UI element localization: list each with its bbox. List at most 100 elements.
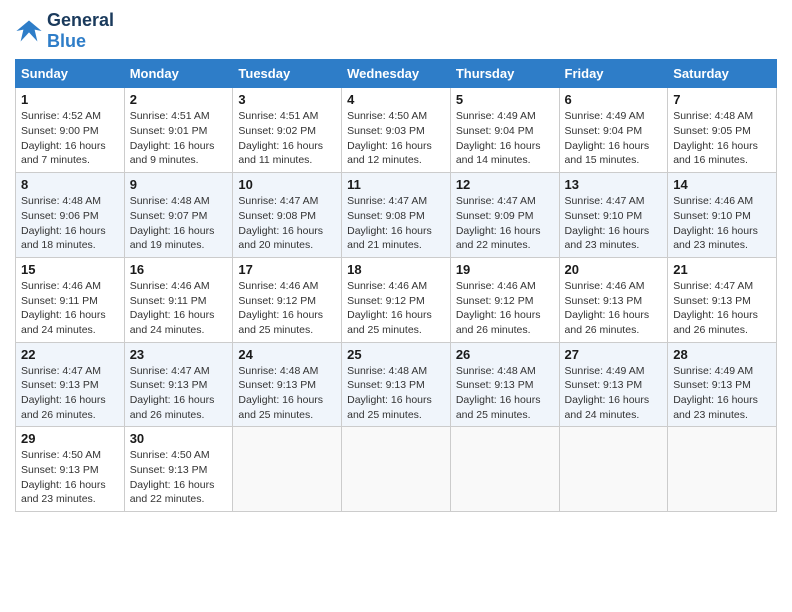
day-info: Sunrise: 4:48 AMSunset: 9:13 PMDaylight:… [347,365,432,421]
day-number: 8 [21,177,119,192]
day-number: 30 [130,431,228,446]
calendar-day-cell: 11 Sunrise: 4:47 AMSunset: 9:08 PMDaylig… [342,173,451,258]
weekday-header: Thursday [450,60,559,88]
calendar-week-row: 15 Sunrise: 4:46 AMSunset: 9:11 PMDaylig… [16,257,777,342]
day-number: 20 [565,262,663,277]
day-info: Sunrise: 4:46 AMSunset: 9:12 PMDaylight:… [347,280,432,336]
day-number: 11 [347,177,445,192]
calendar-week-row: 29 Sunrise: 4:50 AMSunset: 9:13 PMDaylig… [16,427,777,512]
day-info: Sunrise: 4:46 AMSunset: 9:10 PMDaylight:… [673,195,758,251]
calendar-day-cell: 1 Sunrise: 4:52 AMSunset: 9:00 PMDayligh… [16,88,125,173]
calendar-day-cell: 14 Sunrise: 4:46 AMSunset: 9:10 PMDaylig… [668,173,777,258]
day-info: Sunrise: 4:50 AMSunset: 9:13 PMDaylight:… [130,449,215,505]
calendar-day-cell: 20 Sunrise: 4:46 AMSunset: 9:13 PMDaylig… [559,257,668,342]
day-number: 25 [347,347,445,362]
day-number: 18 [347,262,445,277]
header: General Blue [15,10,777,51]
calendar-day-cell [342,427,451,512]
weekday-header: Wednesday [342,60,451,88]
weekday-header: Friday [559,60,668,88]
day-number: 21 [673,262,771,277]
day-number: 26 [456,347,554,362]
day-info: Sunrise: 4:49 AMSunset: 9:13 PMDaylight:… [673,365,758,421]
day-info: Sunrise: 4:47 AMSunset: 9:09 PMDaylight:… [456,195,541,251]
calendar-day-cell: 23 Sunrise: 4:47 AMSunset: 9:13 PMDaylig… [124,342,233,427]
logo: General Blue [15,10,114,51]
day-info: Sunrise: 4:51 AMSunset: 9:02 PMDaylight:… [238,110,323,166]
day-number: 15 [21,262,119,277]
day-number: 9 [130,177,228,192]
calendar-table: SundayMondayTuesdayWednesdayThursdayFrid… [15,59,777,512]
weekday-header: Monday [124,60,233,88]
day-number: 28 [673,347,771,362]
day-number: 1 [21,92,119,107]
day-info: Sunrise: 4:46 AMSunset: 9:12 PMDaylight:… [456,280,541,336]
calendar-day-cell: 29 Sunrise: 4:50 AMSunset: 9:13 PMDaylig… [16,427,125,512]
calendar-day-cell: 24 Sunrise: 4:48 AMSunset: 9:13 PMDaylig… [233,342,342,427]
day-info: Sunrise: 4:50 AMSunset: 9:13 PMDaylight:… [21,449,106,505]
calendar-week-row: 8 Sunrise: 4:48 AMSunset: 9:06 PMDayligh… [16,173,777,258]
calendar-day-cell: 2 Sunrise: 4:51 AMSunset: 9:01 PMDayligh… [124,88,233,173]
calendar-day-cell: 18 Sunrise: 4:46 AMSunset: 9:12 PMDaylig… [342,257,451,342]
weekday-header: Sunday [16,60,125,88]
calendar-day-cell: 22 Sunrise: 4:47 AMSunset: 9:13 PMDaylig… [16,342,125,427]
day-number: 22 [21,347,119,362]
calendar-day-cell: 28 Sunrise: 4:49 AMSunset: 9:13 PMDaylig… [668,342,777,427]
calendar-day-cell: 7 Sunrise: 4:48 AMSunset: 9:05 PMDayligh… [668,88,777,173]
day-info: Sunrise: 4:46 AMSunset: 9:11 PMDaylight:… [21,280,106,336]
calendar-day-cell [668,427,777,512]
calendar-day-cell: 4 Sunrise: 4:50 AMSunset: 9:03 PMDayligh… [342,88,451,173]
day-number: 2 [130,92,228,107]
day-number: 16 [130,262,228,277]
logo-text: General Blue [47,10,114,51]
day-info: Sunrise: 4:46 AMSunset: 9:12 PMDaylight:… [238,280,323,336]
day-info: Sunrise: 4:49 AMSunset: 9:04 PMDaylight:… [565,110,650,166]
day-info: Sunrise: 4:46 AMSunset: 9:13 PMDaylight:… [565,280,650,336]
day-number: 12 [456,177,554,192]
day-info: Sunrise: 4:47 AMSunset: 9:13 PMDaylight:… [130,365,215,421]
day-info: Sunrise: 4:47 AMSunset: 9:13 PMDaylight:… [673,280,758,336]
day-number: 23 [130,347,228,362]
calendar-day-cell: 13 Sunrise: 4:47 AMSunset: 9:10 PMDaylig… [559,173,668,258]
calendar-day-cell: 25 Sunrise: 4:48 AMSunset: 9:13 PMDaylig… [342,342,451,427]
calendar-day-cell: 16 Sunrise: 4:46 AMSunset: 9:11 PMDaylig… [124,257,233,342]
day-info: Sunrise: 4:47 AMSunset: 9:08 PMDaylight:… [238,195,323,251]
logo-bird-icon [15,17,43,45]
calendar-day-cell: 10 Sunrise: 4:47 AMSunset: 9:08 PMDaylig… [233,173,342,258]
day-info: Sunrise: 4:46 AMSunset: 9:11 PMDaylight:… [130,280,215,336]
day-info: Sunrise: 4:49 AMSunset: 9:04 PMDaylight:… [456,110,541,166]
calendar-day-cell: 27 Sunrise: 4:49 AMSunset: 9:13 PMDaylig… [559,342,668,427]
day-info: Sunrise: 4:48 AMSunset: 9:07 PMDaylight:… [130,195,215,251]
calendar-day-cell: 9 Sunrise: 4:48 AMSunset: 9:07 PMDayligh… [124,173,233,258]
day-number: 19 [456,262,554,277]
day-info: Sunrise: 4:51 AMSunset: 9:01 PMDaylight:… [130,110,215,166]
day-number: 3 [238,92,336,107]
day-number: 7 [673,92,771,107]
day-number: 27 [565,347,663,362]
calendar-day-cell: 19 Sunrise: 4:46 AMSunset: 9:12 PMDaylig… [450,257,559,342]
day-info: Sunrise: 4:47 AMSunset: 9:13 PMDaylight:… [21,365,106,421]
day-number: 17 [238,262,336,277]
day-number: 10 [238,177,336,192]
calendar-day-cell: 17 Sunrise: 4:46 AMSunset: 9:12 PMDaylig… [233,257,342,342]
calendar-day-cell: 12 Sunrise: 4:47 AMSunset: 9:09 PMDaylig… [450,173,559,258]
day-info: Sunrise: 4:48 AMSunset: 9:06 PMDaylight:… [21,195,106,251]
calendar-day-cell: 5 Sunrise: 4:49 AMSunset: 9:04 PMDayligh… [450,88,559,173]
day-info: Sunrise: 4:48 AMSunset: 9:13 PMDaylight:… [456,365,541,421]
day-info: Sunrise: 4:48 AMSunset: 9:13 PMDaylight:… [238,365,323,421]
calendar-day-cell: 26 Sunrise: 4:48 AMSunset: 9:13 PMDaylig… [450,342,559,427]
calendar-day-cell: 8 Sunrise: 4:48 AMSunset: 9:06 PMDayligh… [16,173,125,258]
day-number: 5 [456,92,554,107]
day-number: 6 [565,92,663,107]
day-number: 4 [347,92,445,107]
calendar-day-cell [233,427,342,512]
day-info: Sunrise: 4:47 AMSunset: 9:10 PMDaylight:… [565,195,650,251]
day-info: Sunrise: 4:49 AMSunset: 9:13 PMDaylight:… [565,365,650,421]
calendar-week-row: 1 Sunrise: 4:52 AMSunset: 9:00 PMDayligh… [16,88,777,173]
calendar-week-row: 22 Sunrise: 4:47 AMSunset: 9:13 PMDaylig… [16,342,777,427]
calendar-day-cell: 21 Sunrise: 4:47 AMSunset: 9:13 PMDaylig… [668,257,777,342]
calendar-day-cell: 3 Sunrise: 4:51 AMSunset: 9:02 PMDayligh… [233,88,342,173]
day-number: 14 [673,177,771,192]
day-number: 13 [565,177,663,192]
day-info: Sunrise: 4:47 AMSunset: 9:08 PMDaylight:… [347,195,432,251]
